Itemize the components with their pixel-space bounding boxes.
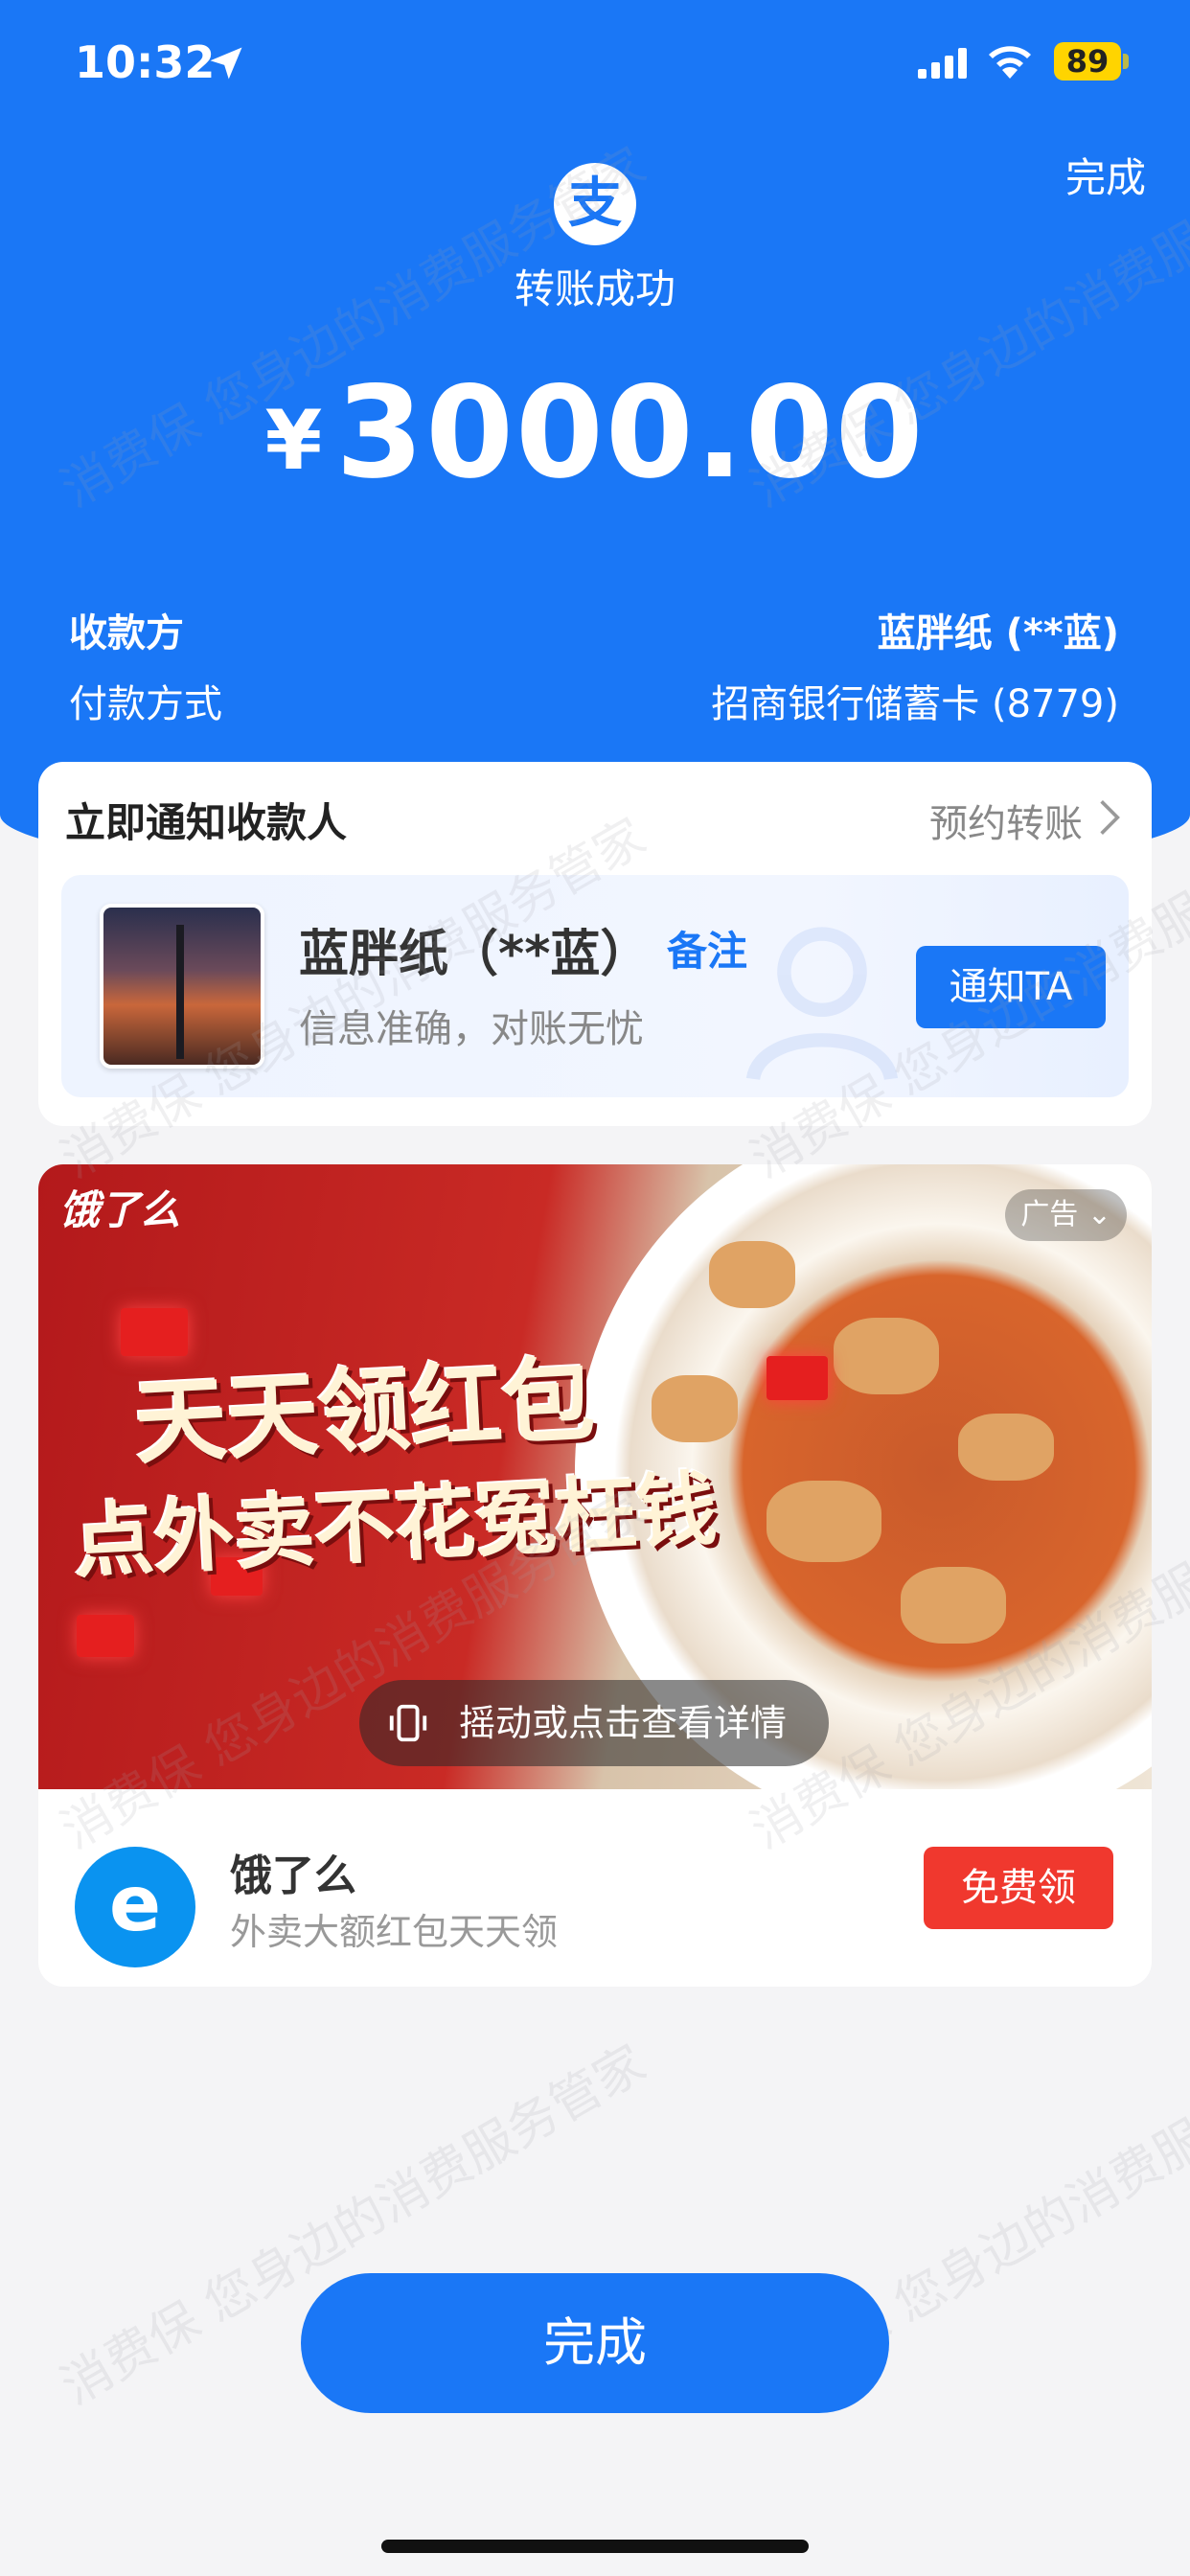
payee-label: 收款方 — [69, 611, 184, 656]
battery-tip — [1123, 54, 1129, 69]
food-piece — [652, 1375, 738, 1442]
status-time: 10:32 — [75, 36, 216, 88]
done-button-top[interactable]: 完成 — [1065, 146, 1146, 204]
food-piece — [901, 1567, 1006, 1644]
brand-name: 饿了么 — [230, 1852, 356, 1900]
currency-symbol: ¥ — [264, 393, 323, 489]
brand-description: 外卖大额红包天天领 — [230, 1911, 559, 1953]
person-watermark-icon — [745, 927, 899, 1081]
shake-phone-icon — [389, 1704, 427, 1742]
schedule-transfer-link[interactable]: 预约转账 — [929, 793, 1083, 848]
ad-banner-image[interactable]: 饿了么 广告 ⌄ 天天领红包 点外卖不花冤枉钱 摇动或点击查看详情 — [38, 1164, 1152, 1789]
cellular-signal-icon — [918, 48, 967, 79]
battery-indicator: 89 — [1054, 42, 1121, 80]
wifi-icon — [989, 46, 1031, 79]
red-envelope — [77, 1615, 134, 1657]
payment-method-label: 付款方式 — [69, 682, 222, 726]
red-envelope — [767, 1356, 828, 1400]
eleme-brand-logo: e — [75, 1847, 195, 1967]
info-accuracy-note: 信息准确，对账无忧 — [299, 1007, 644, 1051]
amount-display: ¥3000.00 — [0, 359, 1190, 507]
notify-payee-card: 立即通知收款人 预约转账 蓝胖纸（**蓝） 备注 信息准确，对账无忧 通知TA — [38, 762, 1152, 1126]
chevron-right-icon[interactable] — [1096, 798, 1123, 837]
shake-hint-pill[interactable]: 摇动或点击查看详情 — [359, 1680, 829, 1766]
food-piece — [958, 1414, 1054, 1481]
payee-info-panel: 蓝胖纸（**蓝） 备注 信息准确，对账无忧 通知TA — [61, 875, 1129, 1097]
food-piece — [709, 1241, 795, 1308]
payment-method-value: 招商银行储蓄卡 (8779) — [711, 682, 1119, 726]
notify-ta-button[interactable]: 通知TA — [916, 946, 1106, 1028]
done-button-bottom[interactable]: 完成 — [301, 2273, 889, 2413]
payee-name: 蓝胖纸（**蓝） — [299, 926, 651, 983]
ad-tag[interactable]: 广告 ⌄ — [1005, 1189, 1127, 1241]
payee-avatar — [100, 904, 264, 1069]
alipay-logo-icon: 支 — [554, 163, 636, 245]
payee-value: 蓝胖纸 (**蓝) — [877, 611, 1119, 656]
transfer-success-title: 转账成功 — [514, 265, 675, 312]
amount-value: 3000.00 — [335, 359, 926, 507]
free-claim-button[interactable]: 免费领 — [924, 1847, 1113, 1929]
ad-card[interactable]: 饿了么 广告 ⌄ 天天领红包 点外卖不花冤枉钱 摇动或点击查看详情 e 饿了么 … — [38, 1164, 1152, 1987]
ad-tag-label: 广告 — [1020, 1198, 1079, 1231]
notify-title: 立即通知收款人 — [65, 799, 348, 846]
remark-link[interactable]: 备注 — [667, 919, 747, 978]
food-piece — [834, 1318, 939, 1394]
shake-hint-text: 摇动或点击查看详情 — [459, 1702, 788, 1744]
home-indicator[interactable] — [381, 2540, 809, 2553]
eleme-ad-logo: 饿了么 — [59, 1186, 181, 1233]
location-arrow-icon — [210, 47, 242, 80]
food-piece — [767, 1481, 881, 1562]
